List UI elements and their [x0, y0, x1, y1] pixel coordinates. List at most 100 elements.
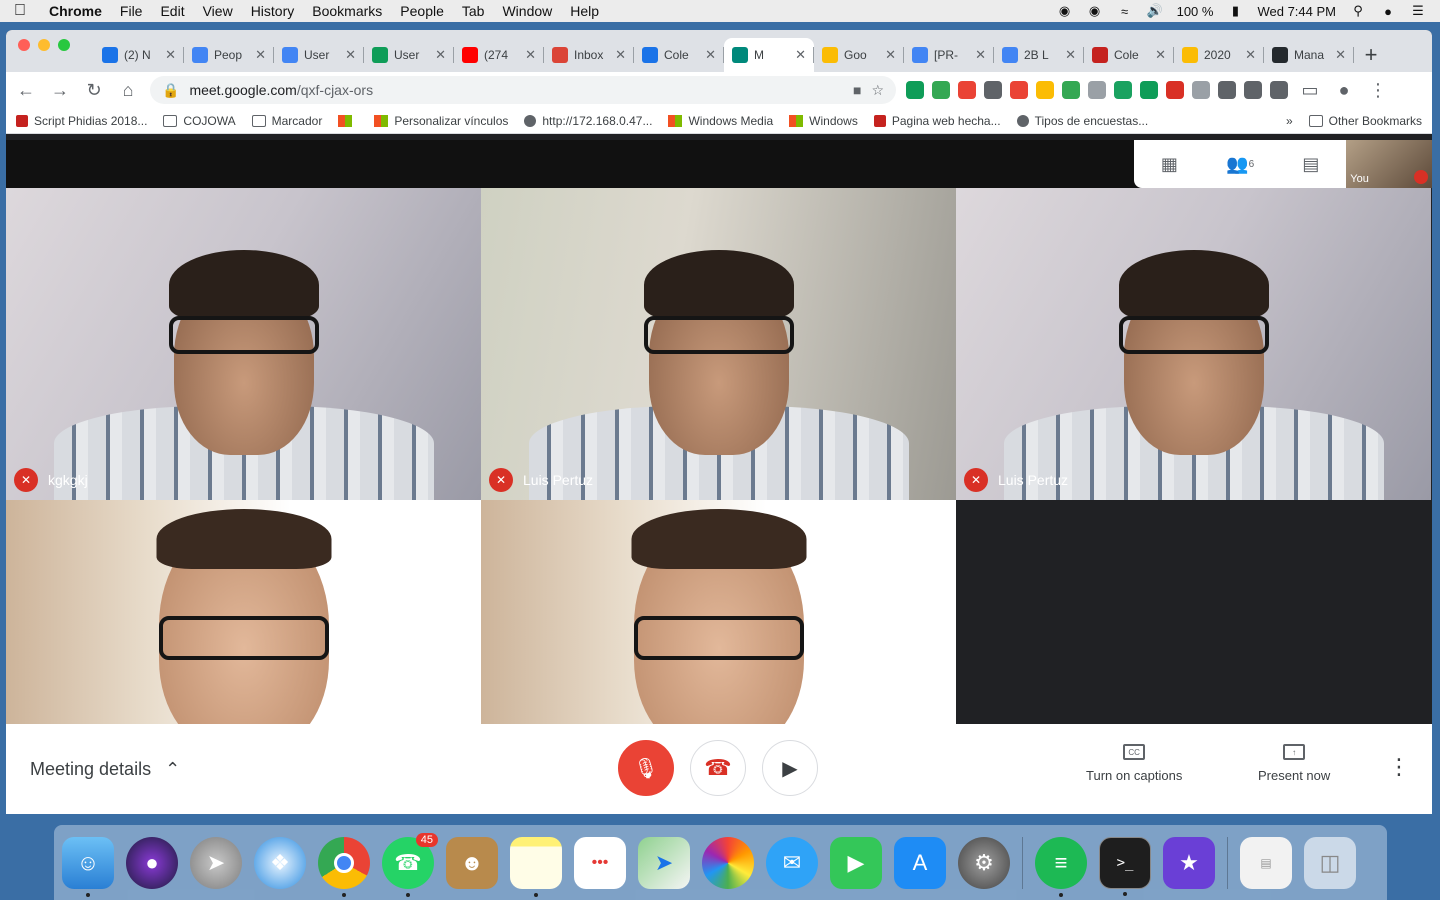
self-view-thumbnail[interactable]: You — [1346, 140, 1432, 188]
browser-tab[interactable]: [PR- ✕ — [904, 38, 994, 72]
notes-icon[interactable] — [510, 836, 562, 897]
browser-tab[interactable]: Mana ✕ — [1264, 38, 1354, 72]
finder-icon[interactable]: ☺ — [62, 836, 114, 897]
address-bar[interactable]: 🔒 meet.google.com/qxf-cjax-ors ■ ☆ — [150, 76, 896, 104]
zoom-window-button[interactable] — [58, 39, 70, 51]
apple-menu-icon[interactable]:  — [0, 2, 40, 20]
extension-icon[interactable] — [906, 81, 924, 99]
extension-icon[interactable] — [1270, 81, 1288, 99]
extension-icon[interactable] — [1114, 81, 1132, 99]
menu-history[interactable]: History — [242, 3, 304, 19]
browser-tab[interactable]: Goo ✕ — [814, 38, 904, 72]
menu-view[interactable]: View — [194, 3, 242, 19]
video-tile[interactable]: ✕ Luis Pertuz — [956, 188, 1431, 500]
bookmark-item[interactable]: Pagina web hecha... — [873, 114, 1001, 128]
spotify-icon[interactable]: ≡ — [1035, 836, 1087, 897]
battery-icon[interactable]: ▮ — [1227, 3, 1243, 19]
tab-close-icon[interactable]: ✕ — [1335, 47, 1346, 63]
extension-icon[interactable] — [984, 81, 1002, 99]
browser-tab[interactable]: (2) N ✕ — [94, 38, 184, 72]
tab-close-icon[interactable]: ✕ — [1155, 47, 1166, 63]
microphone-toggle-button[interactable]: 🎙 — [618, 740, 674, 796]
tab-close-icon[interactable]: ✕ — [435, 47, 446, 63]
whatsapp-icon[interactable]: ☎ 45 — [382, 832, 438, 897]
browser-tab[interactable]: Peop ✕ — [184, 38, 274, 72]
contacts-icon[interactable]: ☻ — [446, 836, 498, 889]
camera-toggle-button[interactable]: ▶ — [762, 740, 818, 796]
cast-icon[interactable]: ▭ — [1298, 78, 1322, 102]
trash-icon[interactable]: ◫ — [1304, 836, 1356, 889]
menu-extra-icon-2[interactable]: ◉ — [1087, 3, 1103, 19]
captions-button[interactable]: CC Turn on captions — [1086, 744, 1182, 783]
browser-tab[interactable]: Cole ✕ — [1084, 38, 1174, 72]
other-bookmarks-folder[interactable]: Other Bookmarks — [1308, 114, 1422, 128]
browser-tab[interactable]: Cole ✕ — [634, 38, 724, 72]
tab-close-icon[interactable]: ✕ — [795, 47, 806, 63]
menu-window[interactable]: Window — [493, 3, 561, 19]
tab-close-icon[interactable]: ✕ — [255, 47, 266, 63]
browser-tab[interactable]: User ✕ — [364, 38, 454, 72]
bookmark-item[interactable]: Script Phidias 2018... — [16, 114, 147, 128]
bookmark-item[interactable] — [338, 114, 358, 127]
meeting-details-button[interactable]: Meeting details ⌃ — [30, 724, 180, 814]
video-tile[interactable]: ✕ Luis Pertuz — [481, 188, 956, 500]
back-arrow-icon[interactable]: ← — [14, 78, 38, 102]
browser-tab[interactable]: M ✕ — [724, 38, 814, 72]
video-tile[interactable] — [6, 500, 481, 724]
tab-close-icon[interactable]: ✕ — [885, 47, 896, 63]
tab-close-icon[interactable]: ✕ — [975, 47, 986, 63]
home-icon[interactable]: ⌂ — [116, 78, 140, 102]
close-window-button[interactable] — [18, 39, 30, 51]
menu-bookmarks[interactable]: Bookmarks — [303, 3, 391, 19]
bookmark-item[interactable]: COJOWA — [163, 114, 236, 128]
reload-icon[interactable]: ↻ — [82, 78, 106, 102]
menu-help[interactable]: Help — [561, 3, 608, 19]
launchpad-icon[interactable]: ➤ — [190, 836, 242, 889]
messages-icon[interactable]: ✉ — [766, 836, 818, 889]
browser-tab[interactable]: User ✕ — [274, 38, 364, 72]
maps-icon[interactable]: ➤ — [638, 836, 690, 889]
volume-icon[interactable]: 🔊 — [1147, 3, 1163, 19]
browser-tab[interactable]: 2020 ✕ — [1174, 38, 1264, 72]
extension-icon[interactable] — [1140, 81, 1158, 99]
safari-icon[interactable]: ❖ — [254, 836, 306, 889]
browser-tab[interactable]: 2B L ✕ — [994, 38, 1084, 72]
extension-icon[interactable] — [1166, 81, 1184, 99]
tab-close-icon[interactable]: ✕ — [1245, 47, 1256, 63]
present-now-button[interactable]: ↑ Present now — [1258, 744, 1330, 783]
minimize-window-button[interactable] — [38, 39, 50, 51]
facetime-icon[interactable]: ▶ — [830, 836, 882, 889]
menu-edit[interactable]: Edit — [151, 3, 193, 19]
video-tile[interactable]: ✕ kgkgkj — [6, 188, 481, 500]
menu-file[interactable]: File — [111, 3, 152, 19]
forward-arrow-icon[interactable]: → — [48, 78, 72, 102]
tab-close-icon[interactable]: ✕ — [705, 47, 716, 63]
menu-extra-icon[interactable]: ◉ — [1057, 3, 1073, 19]
extension-icon[interactable] — [1218, 81, 1236, 99]
clock[interactable]: Wed 7:44 PM — [1257, 4, 1336, 19]
profile-avatar[interactable]: ● — [1332, 78, 1356, 102]
tab-close-icon[interactable]: ✕ — [525, 47, 536, 63]
chrome-menu-icon[interactable]: ⋮ — [1366, 78, 1390, 102]
extension-icon[interactable] — [1036, 81, 1054, 99]
bookmark-item[interactable]: Tipos de encuestas... — [1016, 114, 1148, 128]
browser-tab[interactable]: (274 ✕ — [454, 38, 544, 72]
menu-app-name[interactable]: Chrome — [40, 3, 111, 19]
chat-icon[interactable]: ▤ — [1276, 140, 1347, 188]
menu-people[interactable]: People — [391, 3, 453, 19]
tab-close-icon[interactable]: ✕ — [345, 47, 356, 63]
more-options-icon[interactable]: ⋮ — [1388, 754, 1410, 780]
new-tab-button[interactable]: + — [1354, 38, 1388, 72]
grid-layout-icon[interactable]: ▦ — [1134, 140, 1205, 188]
video-tile[interactable] — [481, 500, 956, 724]
tab-close-icon[interactable]: ✕ — [1065, 47, 1076, 63]
battery-percent[interactable]: 100 % — [1177, 4, 1214, 19]
tab-close-icon[interactable]: ✕ — [615, 47, 626, 63]
siri-icon[interactable]: ● — [1380, 3, 1396, 19]
spotlight-search-icon[interactable]: ⚲ — [1350, 3, 1366, 19]
imovie-star-icon[interactable]: ★ — [1163, 836, 1215, 889]
extension-icon[interactable] — [958, 81, 976, 99]
bookmark-item[interactable]: Personalizar vínculos — [374, 114, 508, 128]
extension-icon[interactable] — [1088, 81, 1106, 99]
tab-close-icon[interactable]: ✕ — [165, 47, 176, 63]
